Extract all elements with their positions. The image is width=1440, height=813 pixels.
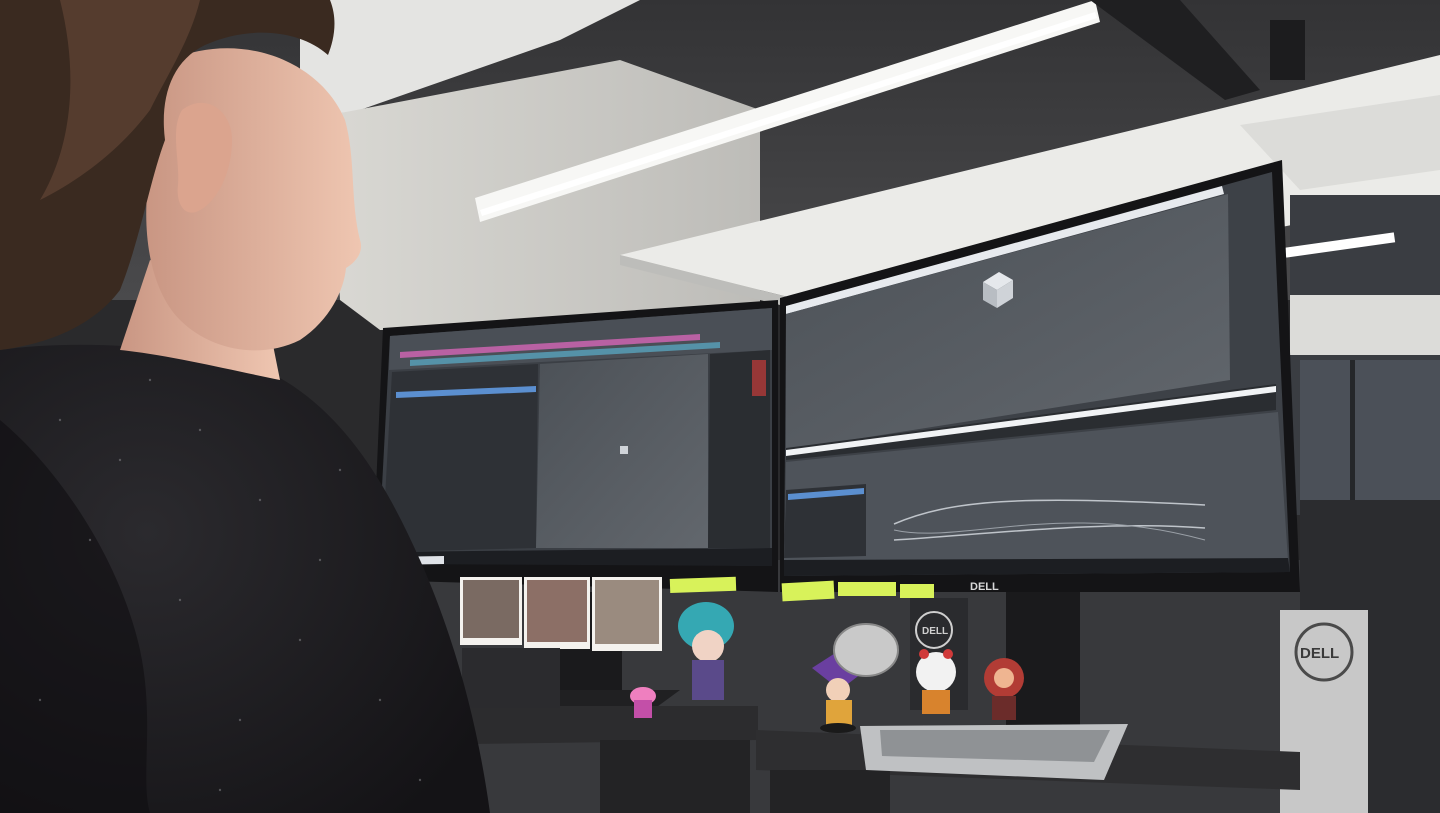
figurine-white-hair xyxy=(916,649,956,714)
photo-2-image xyxy=(527,580,587,642)
sticky-note-2 xyxy=(781,580,835,602)
sticky-note-4 xyxy=(900,584,934,598)
photo-1-image xyxy=(463,580,519,638)
far-window xyxy=(1300,360,1440,500)
dell-box-brand: DELL xyxy=(1300,645,1339,662)
person-face xyxy=(146,48,362,351)
left-desk-leg xyxy=(600,740,750,813)
window-mullion xyxy=(1350,360,1355,500)
right-monitor-stand xyxy=(1006,592,1080,732)
right-desk-leg xyxy=(770,770,890,813)
ceiling-duct xyxy=(1270,20,1305,80)
desk-mirror xyxy=(833,623,899,677)
left-viewport-object xyxy=(620,446,628,454)
sticky-note-3 xyxy=(838,582,896,596)
right-monitor-brand: DELL xyxy=(970,581,999,593)
sticky-note-1 xyxy=(669,576,737,594)
far-ceiling-band xyxy=(1290,295,1440,355)
office-chair xyxy=(462,648,560,708)
dell-stand-brand: DELL xyxy=(922,626,948,637)
left-attr-red xyxy=(752,360,766,396)
left-desk xyxy=(470,706,758,744)
photo-3-image xyxy=(595,580,659,644)
office-scene: DELL DELL DELL xyxy=(0,0,1440,813)
